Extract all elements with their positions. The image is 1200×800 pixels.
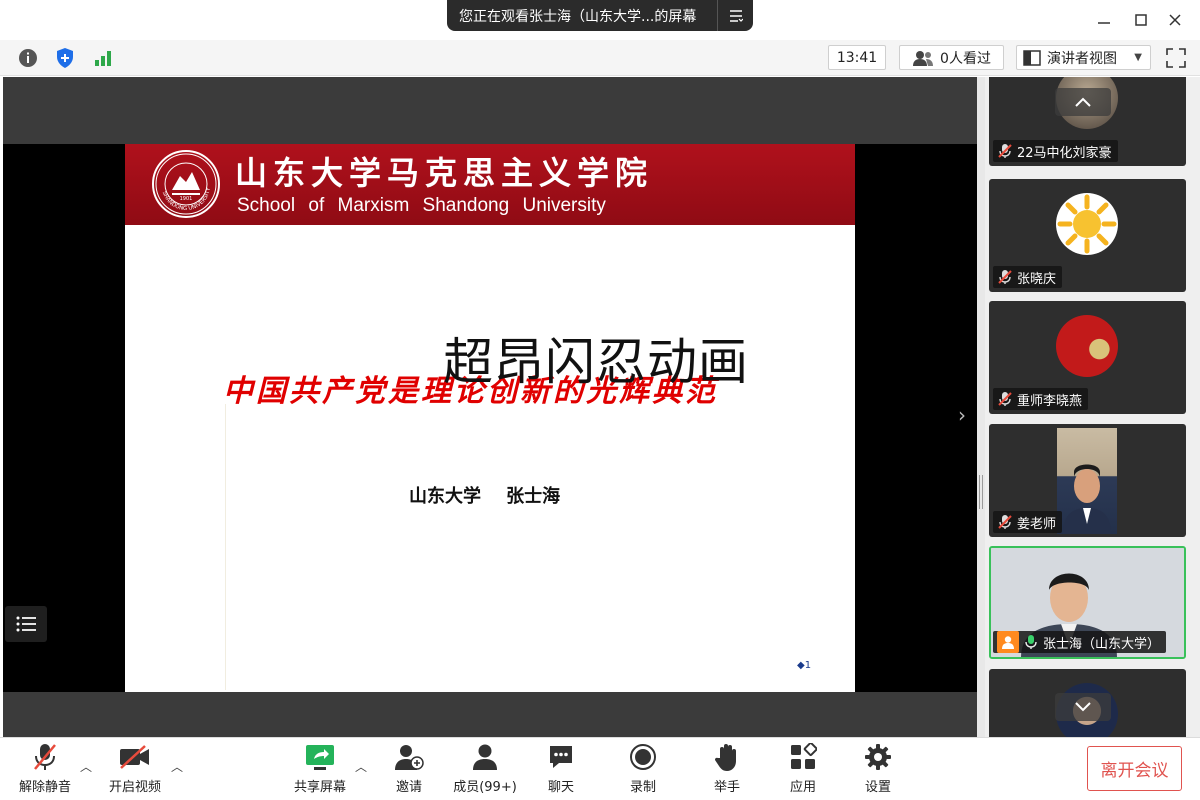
raise-hand-button[interactable]: 举手 [706, 741, 748, 797]
share-menu-icon[interactable] [717, 0, 753, 31]
panel-splitter[interactable] [977, 77, 985, 737]
record-icon [629, 741, 657, 773]
settings-label: 设置 [864, 780, 891, 795]
video-feed [1057, 428, 1117, 534]
signal-icon[interactable] [92, 47, 114, 69]
host-icon [997, 631, 1019, 653]
unmute-button[interactable]: 解除静音 [14, 741, 76, 797]
view-mode-dropdown[interactable]: 演讲者视图 ▼ [1016, 45, 1151, 70]
video-tile-active-speaker[interactable]: 张士海（山东大学） [989, 546, 1186, 659]
video-options-chevron[interactable]: ︿ [171, 758, 183, 775]
share-screen-icon [304, 741, 336, 773]
chat-icon [547, 741, 575, 773]
invite-label: 邀请 [395, 780, 422, 795]
participant-nametag: 姜老师 [993, 511, 1063, 533]
meeting-clock: 13:41 [828, 45, 886, 70]
participant-name: 张晓庆 [1017, 271, 1057, 287]
video-off-icon [118, 741, 152, 773]
chevron-down-icon [1075, 702, 1091, 712]
audio-options-chevron[interactable]: ︿ [80, 758, 92, 775]
slide-divider [225, 404, 226, 690]
video-tile[interactable]: 姜老师 [989, 424, 1186, 537]
scroll-up-button[interactable] [1055, 88, 1111, 116]
apps-button[interactable]: 应用 [782, 741, 824, 797]
participant-name: 姜老师 [1017, 516, 1057, 532]
invite-button[interactable]: 邀请 [388, 741, 430, 797]
scroll-down-button[interactable] [1055, 693, 1111, 721]
share-options-chevron[interactable]: ︿ [355, 758, 367, 775]
slide-page-number-value: 1 [804, 660, 812, 671]
members-icon [471, 741, 499, 773]
invite-icon [394, 741, 424, 773]
minimize-button[interactable] [1092, 8, 1116, 32]
members-button[interactable]: 成员(99+) [450, 741, 520, 797]
maximize-button[interactable] [1129, 8, 1153, 32]
leave-meeting-button[interactable]: 离开会议 [1087, 746, 1182, 791]
chat-label: 聊天 [547, 780, 574, 795]
avatar [1056, 315, 1118, 377]
slide-page-number: ◆1 [797, 660, 812, 671]
raise-hand-label: 举手 [713, 780, 740, 795]
share-banner[interactable]: 您正在观看张士海（山东大学...的屏幕 [447, 0, 753, 31]
record-label: 录制 [629, 780, 656, 795]
video-tile[interactable]: 重师李晓燕 [989, 301, 1186, 414]
fullscreen-icon [1166, 48, 1186, 68]
chevron-right-icon[interactable]: › [958, 403, 966, 427]
slide-author: 山东大学 张士海 [409, 486, 561, 507]
mic-muted-icon [31, 741, 59, 773]
close-button[interactable] [1163, 8, 1187, 32]
slide-header: 1901 SHANDONG UNIVERSITY 山东大学马克思主义学院 Sch… [125, 144, 855, 225]
title-bar: 您正在观看张士海（山东大学...的屏幕 [0, 0, 1200, 40]
chat-button[interactable]: 聊天 [540, 741, 582, 797]
logo-year: 1901 [180, 196, 193, 202]
hand-icon [714, 741, 740, 773]
presentation-slide: 1901 SHANDONG UNIVERSITY 山东大学马克思主义学院 Sch… [125, 144, 855, 692]
settings-button[interactable]: 设置 [857, 741, 899, 797]
splitter-grip[interactable] [979, 475, 983, 509]
gear-icon [864, 741, 892, 773]
participant-name: 张士海（山东大学） [1043, 636, 1161, 652]
unmute-label: 解除静音 [18, 780, 71, 795]
share-screen-label: 共享屏幕 [293, 780, 346, 795]
slide-overlay-title: 超昂闪忍动画 [443, 333, 749, 391]
start-video-button[interactable]: 开启视频 [103, 741, 167, 797]
start-video-label: 开启视频 [108, 780, 161, 795]
participant-nametag: 张士海（山东大学） [993, 631, 1167, 653]
chevron-down-icon: ▼ [1134, 52, 1142, 63]
viewer-count[interactable]: 0人看过 [899, 45, 1004, 70]
share-screen-button[interactable]: 共享屏幕 [290, 741, 350, 797]
apps-icon [789, 741, 817, 773]
view-mode-label: 演讲者视图 [1047, 50, 1117, 67]
participant-name: 22马中化刘家豪 [1017, 145, 1112, 161]
mic-active-icon [1025, 635, 1037, 649]
layout-icon [1023, 49, 1041, 66]
info-icon[interactable] [17, 47, 39, 69]
video-tile[interactable]: 张晓庆 [989, 179, 1186, 292]
mic-muted-icon [998, 515, 1012, 529]
chevron-up-icon [1075, 97, 1091, 107]
list-icon [16, 616, 36, 632]
slide-header-chinese: 山东大学马克思主义学院 [235, 154, 654, 192]
participant-name: 重师李晓燕 [1017, 393, 1083, 409]
participant-panel: 22马中化刘家豪 张晓庆 重师李晓燕 姜老师 张士海（山东大学） [985, 77, 1200, 737]
avatar [1056, 193, 1118, 255]
meeting-toolbar: 13:41 0人看过 演讲者视图 ▼ [0, 40, 1200, 76]
participant-nametag: 22马中化刘家豪 [993, 140, 1118, 162]
slide-header-english: School of Marxism Shandong University [237, 195, 606, 216]
viewer-count-label: 0人看过 [940, 50, 991, 67]
share-banner-text: 您正在观看张士海（山东大学...的屏幕 [459, 8, 697, 25]
members-label: 成员(99+) [453, 780, 517, 795]
record-button[interactable]: 录制 [622, 741, 664, 797]
mic-muted-icon [998, 144, 1012, 158]
list-menu-button[interactable] [5, 606, 47, 642]
apps-label: 应用 [789, 780, 816, 795]
shield-icon[interactable] [54, 47, 76, 69]
mic-muted-icon [998, 270, 1012, 284]
people-icon [913, 50, 934, 66]
participant-nametag: 张晓庆 [993, 266, 1063, 288]
fullscreen-button[interactable] [1164, 46, 1188, 70]
mic-muted-icon [998, 392, 1012, 406]
university-logo: 1901 SHANDONG UNIVERSITY [152, 150, 220, 218]
participant-nametag: 重师李晓燕 [993, 388, 1089, 410]
